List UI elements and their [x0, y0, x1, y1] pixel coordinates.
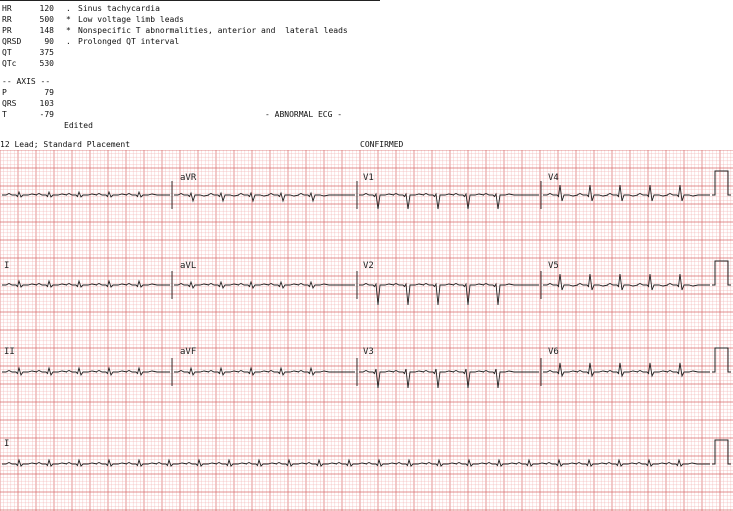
measure-value-qrsd: 90: [44, 37, 54, 46]
axis-value-qrs: 103: [39, 99, 54, 108]
axis-value-p: 79: [44, 88, 54, 97]
interp-statement: Sinus tachycardia: [78, 4, 160, 13]
measure-value-qtc: 530: [39, 59, 54, 68]
lead-label-avr: aVR: [180, 173, 197, 183]
measure-value-pr: 148: [39, 26, 54, 35]
axis-value-t: -79: [39, 110, 54, 119]
ecg-trace: [2, 366, 170, 377]
measure-value-hr: 120: [39, 4, 54, 13]
confirmed-label: CONFIRMED: [360, 140, 404, 149]
placement-label: 12 Lead; Standard Placement: [0, 140, 131, 149]
lead-label-avl: aVL: [180, 261, 196, 271]
ecg-trace: [174, 366, 355, 377]
lead-label-v3: V3: [363, 347, 374, 357]
lead-label-i: I: [4, 261, 9, 271]
calibration-pulse: [712, 260, 731, 286]
ecg-tracing-grid: aVR V1 V4 I aVL V2 V5 II aVF V3 V6 I: [0, 150, 733, 511]
lead-label-ii: II: [4, 347, 15, 357]
ecg-trace: [174, 280, 355, 290]
ecg-trace: [174, 191, 355, 203]
interp-statement: Nonspecific T abnormalities, anterior an…: [78, 26, 348, 35]
lead-label-v6: V6: [548, 347, 559, 357]
ecg-trace: [359, 192, 539, 210]
calibration-pulse: [712, 439, 731, 465]
ecg-trace: [2, 279, 170, 288]
lead-label-rhythm-i: I: [4, 439, 9, 449]
interp-statement: Low voltage limb leads: [78, 15, 184, 24]
interp-marker: .: [66, 37, 71, 46]
lead-label-v4: V4: [548, 173, 559, 183]
interp-statement: Prolonged QT interval: [78, 37, 180, 46]
interp-marker: *: [66, 26, 71, 35]
header-rule: [0, 0, 380, 1]
edited-label: Edited: [64, 121, 93, 130]
lead-label-v5: V5: [548, 261, 559, 271]
calibration-pulse: [712, 170, 731, 196]
lead-label-v1: V1: [363, 173, 374, 183]
lead-label-avf: aVF: [180, 347, 196, 357]
ecg-trace: [359, 368, 539, 389]
ecg-trace: [2, 190, 170, 198]
interp-marker: *: [66, 15, 71, 24]
interp-marker: .: [66, 4, 71, 13]
axis-header: -- AXIS --: [2, 77, 51, 86]
grid-lines: [0, 150, 733, 511]
abnormal-ecg-banner: - ABNORMAL ECG -: [265, 110, 343, 119]
measure-value-rr: 500: [39, 15, 54, 24]
measure-value-qt: 375: [39, 48, 54, 57]
lead-label-v2: V2: [363, 261, 374, 271]
